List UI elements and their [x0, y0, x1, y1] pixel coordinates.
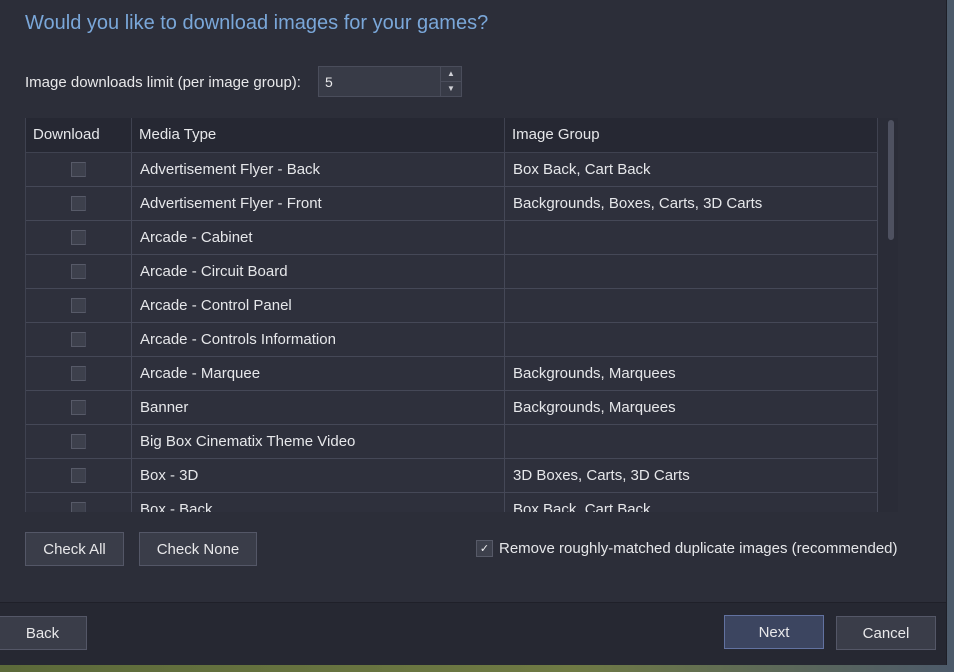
- limit-stepper[interactable]: ▲ ▼: [318, 66, 462, 97]
- dedup-checkbox[interactable]: ✓: [476, 540, 493, 557]
- table-row[interactable]: ✓ Arcade - MarqueeBackgrounds, Marquees: [26, 357, 879, 391]
- image-group-cell: Box Back, Cart Back: [505, 493, 878, 512]
- download-cell: ✓: [26, 323, 132, 356]
- download-cell: ✓: [26, 255, 132, 288]
- media-type-cell: Arcade - Marquee: [132, 357, 505, 390]
- table-row[interactable]: ✓ Advertisement Flyer - FrontBackgrounds,…: [26, 187, 879, 221]
- page-title: Would you like to download images for yo…: [25, 12, 489, 34]
- download-cell: ✓: [26, 493, 132, 512]
- download-cell: ✓: [26, 391, 132, 424]
- chevron-up-icon[interactable]: ▲: [441, 67, 461, 82]
- media-type-cell: Arcade - Circuit Board: [132, 255, 505, 288]
- table-row[interactable]: ✓ Arcade - Cabinet: [26, 221, 879, 255]
- download-cell: ✓: [26, 153, 132, 186]
- dedup-option[interactable]: ✓ Remove roughly-matched duplicate image…: [476, 540, 898, 557]
- limit-input[interactable]: [319, 67, 441, 96]
- download-checkbox[interactable]: ✓: [71, 332, 86, 347]
- download-checkbox[interactable]: [71, 434, 86, 449]
- header-image-group[interactable]: Image Group: [505, 118, 878, 152]
- scrollbar-thumb[interactable]: [888, 120, 894, 240]
- image-group-cell: [505, 221, 878, 254]
- download-checkbox[interactable]: ✓: [71, 400, 86, 415]
- download-checkbox[interactable]: ✓: [71, 264, 86, 279]
- download-cell: ✓: [26, 459, 132, 492]
- header-download[interactable]: Download: [26, 118, 132, 152]
- download-checkbox[interactable]: ✓: [71, 230, 86, 245]
- media-type-cell: Advertisement Flyer - Front: [132, 187, 505, 220]
- image-group-cell: [505, 289, 878, 322]
- download-checkbox[interactable]: ✓: [71, 162, 86, 177]
- media-type-cell: Advertisement Flyer - Back: [132, 153, 505, 186]
- table-scrollbar[interactable]: [878, 118, 898, 512]
- media-type-cell: Arcade - Cabinet: [132, 221, 505, 254]
- table-row[interactable]: ✓ Arcade - Control Panel: [26, 289, 879, 323]
- table-row[interactable]: ✓ Box - BackBox Back, Cart Back: [26, 493, 879, 512]
- next-button[interactable]: Next: [724, 615, 824, 649]
- image-group-cell: [505, 255, 878, 288]
- image-group-cell: Backgrounds, Marquees: [505, 357, 878, 390]
- table-row[interactable]: ✓ Advertisement Flyer - BackBox Back, Car…: [26, 153, 879, 187]
- image-group-cell: Backgrounds, Marquees: [505, 391, 878, 424]
- check-none-button[interactable]: Check None: [139, 532, 257, 566]
- media-type-cell: Arcade - Control Panel: [132, 289, 505, 322]
- media-type-cell: Box - 3D: [132, 459, 505, 492]
- image-group-cell: 3D Boxes, Carts, 3D Carts: [505, 459, 878, 492]
- cancel-button[interactable]: Cancel: [836, 616, 936, 650]
- dedup-label: Remove roughly-matched duplicate images …: [499, 540, 898, 557]
- table-row[interactable]: ✓ Arcade - Controls Information: [26, 323, 879, 357]
- download-cell: ✓: [26, 221, 132, 254]
- download-cell: ✓: [26, 289, 132, 322]
- stepper-buttons: ▲ ▼: [440, 67, 461, 96]
- media-type-cell: Banner: [132, 391, 505, 424]
- download-cell: ✓: [26, 357, 132, 390]
- download-checkbox[interactable]: ✓: [71, 298, 86, 313]
- download-images-dialog: Would you like to download images for yo…: [0, 0, 946, 665]
- table-row[interactable]: Big Box Cinematix Theme Video: [26, 425, 879, 459]
- image-group-cell: Backgrounds, Boxes, Carts, 3D Carts: [505, 187, 878, 220]
- media-type-cell: Box - Back: [132, 493, 505, 512]
- download-checkbox[interactable]: ✓: [71, 366, 86, 381]
- download-cell: [26, 425, 132, 458]
- image-group-cell: [505, 323, 878, 356]
- media-type-cell: Big Box Cinematix Theme Video: [132, 425, 505, 458]
- limit-label: Image downloads limit (per image group):: [25, 74, 301, 91]
- table-body: ✓Advertisement Flyer - BackBox Back, Car…: [26, 153, 879, 512]
- check-all-button[interactable]: Check All: [25, 532, 124, 566]
- chevron-down-icon[interactable]: ▼: [441, 82, 461, 96]
- download-checkbox[interactable]: ✓: [71, 468, 86, 483]
- download-checkbox[interactable]: ✓: [71, 502, 86, 512]
- back-button[interactable]: Back: [0, 616, 87, 650]
- image-group-cell: [505, 425, 878, 458]
- table-row[interactable]: ✓ BannerBackgrounds, Marquees: [26, 391, 879, 425]
- download-cell: ✓: [26, 187, 132, 220]
- image-group-cell: Box Back, Cart Back: [505, 153, 878, 186]
- header-media-type[interactable]: Media Type: [132, 118, 505, 152]
- table-header: Download Media Type Image Group: [26, 118, 879, 153]
- media-type-table: Download Media Type Image Group ✓ Adverti…: [25, 118, 879, 512]
- media-type-cell: Arcade - Controls Information: [132, 323, 505, 356]
- table-row[interactable]: ✓ Arcade - Circuit Board: [26, 255, 879, 289]
- table-row[interactable]: ✓ Box - 3D3D Boxes, Carts, 3D Carts: [26, 459, 879, 493]
- download-checkbox[interactable]: ✓: [71, 196, 86, 211]
